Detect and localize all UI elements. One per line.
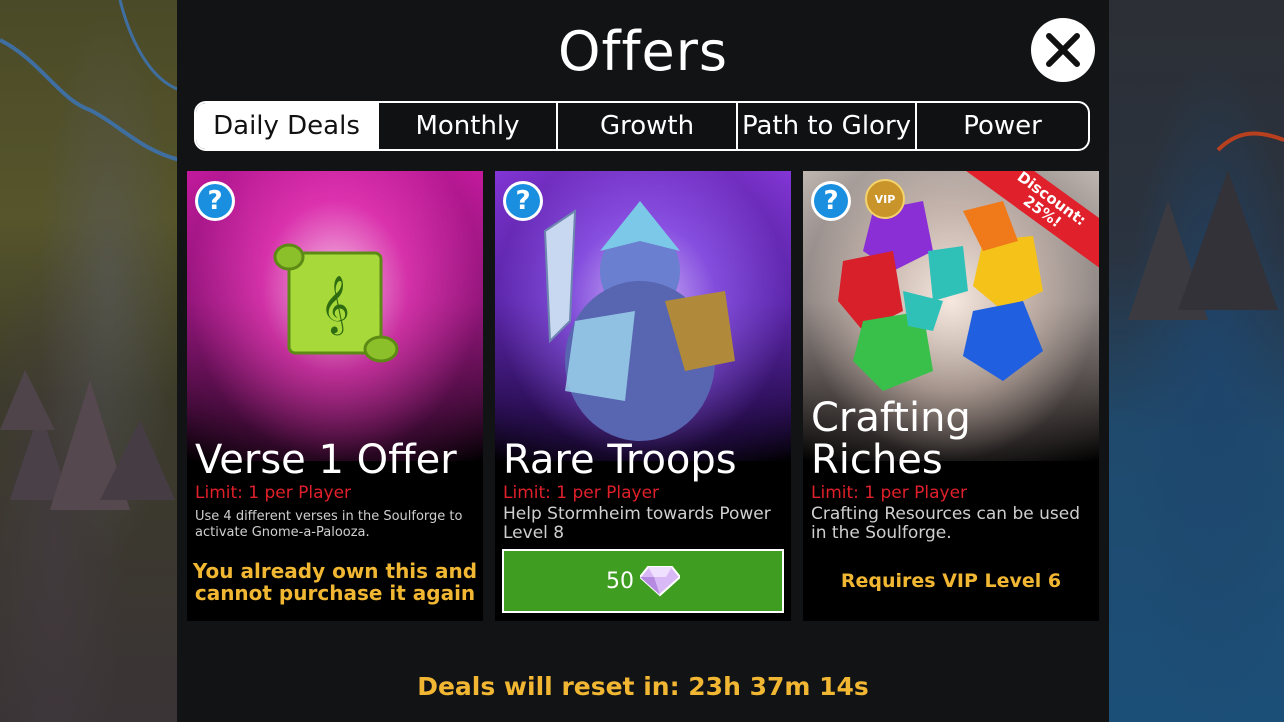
warrior-icon <box>543 201 735 441</box>
offer-title: Rare Troops <box>503 437 737 483</box>
offer-limit: Limit: 1 per Player <box>811 483 968 503</box>
mountains-decoration <box>0 370 175 510</box>
offer-title: Verse 1 Offer <box>195 437 457 483</box>
offer-card-crafting-riches[interactable]: VIP Discount: 25%! ? Crafting Riches Lim… <box>803 171 1099 621</box>
offer-art: 𝄞 <box>187 171 483 461</box>
map-background-left <box>0 0 180 722</box>
offer-title-line2: Riches <box>811 437 943 483</box>
help-button[interactable]: ? <box>195 181 235 221</box>
tab-growth[interactable]: Growth <box>556 103 736 149</box>
reset-timer: Deals will reset in: 23h 37m 14s <box>417 672 869 701</box>
scroll-icon: 𝄞 <box>273 243 399 363</box>
owned-notice-line2: cannot purchase it again <box>194 581 476 605</box>
question-icon: ? <box>506 184 540 218</box>
question-icon: ? <box>198 184 232 218</box>
offer-tabs: Daily Deals Monthly Growth Path to Glory… <box>194 101 1090 151</box>
help-button[interactable]: ? <box>811 181 851 221</box>
buy-button[interactable]: 50 <box>502 549 784 613</box>
rocks-decoration <box>1128 131 1284 320</box>
page-title: Offers <box>557 20 729 83</box>
price-value: 50 <box>606 568 634 594</box>
svg-text:𝄞: 𝄞 <box>320 275 350 336</box>
close-icon <box>1046 33 1080 67</box>
vip-badge-icon: VIP <box>865 179 905 219</box>
offer-limit: Limit: 1 per Player <box>503 483 660 503</box>
offer-description: Crafting Resources can be used in the So… <box>811 504 1081 543</box>
offer-card-rare-troops[interactable]: ? Rare Troops Limit: 1 per Player Help S… <box>495 171 791 621</box>
offer-limit: Limit: 1 per Player <box>195 483 352 503</box>
question-icon: ? <box>814 184 848 218</box>
tab-power[interactable]: Power <box>915 103 1088 149</box>
gem-icon <box>640 566 680 597</box>
river-decoration <box>0 0 180 162</box>
help-button[interactable]: ? <box>503 181 543 221</box>
offer-description: Help Stormheim towards Power Level 8 <box>503 504 771 543</box>
close-button[interactable] <box>1031 18 1095 82</box>
offer-card-verse[interactable]: 𝄞 ? Verse 1 Offer Limit: 1 per Player Us… <box>187 171 483 621</box>
map-background-right <box>1108 0 1284 722</box>
offer-title-line1: Crafting <box>811 395 971 441</box>
tab-daily-deals[interactable]: Daily Deals <box>196 103 377 149</box>
owned-notice-line1: You already own this and <box>192 559 478 583</box>
offers-panel: Offers Daily Deals Monthly Growth Path t… <box>177 0 1109 722</box>
tab-monthly[interactable]: Monthly <box>377 103 556 149</box>
tab-path-to-glory[interactable]: Path to Glory <box>736 103 915 149</box>
offer-description: Use 4 different verses in the Soulforge … <box>195 509 463 540</box>
offer-art <box>495 171 791 461</box>
vip-requirement: Requires VIP Level 6 <box>840 570 1062 592</box>
